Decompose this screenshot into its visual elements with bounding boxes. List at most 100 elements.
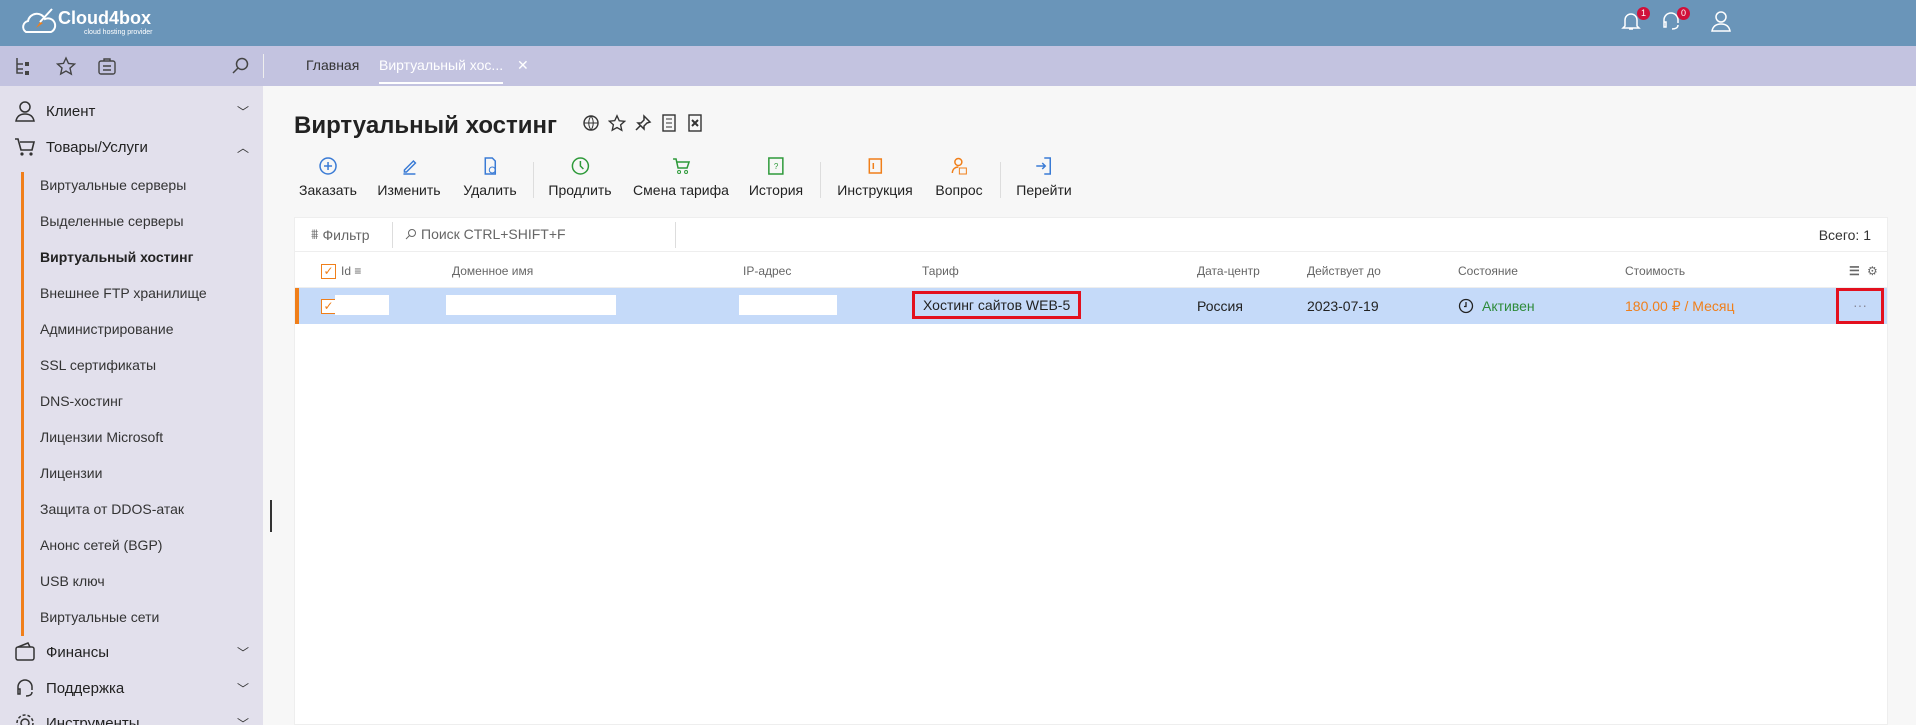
chevron-up-icon: ︿ — [236, 140, 249, 155]
cart-icon — [15, 138, 36, 156]
sidebar-item[interactable]: Администрирование — [40, 321, 174, 337]
tariff-cell[interactable]: Хостинг сайтов WEB-5 — [911, 291, 1082, 319]
sidebar-item[interactable]: Выделенные серверы — [40, 213, 184, 229]
scroll-icon — [868, 158, 882, 174]
sidebar-item[interactable]: DNS-хостинг — [40, 393, 123, 409]
document-list-icon[interactable] — [660, 114, 678, 132]
plus-circle-icon — [319, 157, 337, 175]
change-tariff-button[interactable]: Смена тарифа — [633, 156, 729, 198]
tree-icon[interactable] — [14, 56, 34, 76]
headset-icon — [17, 679, 33, 697]
cost-cell: 180.00 ₽ / Месяц — [1625, 298, 1735, 314]
star-icon[interactable] — [608, 114, 626, 132]
page-title: Виртуальный хостинг — [294, 112, 558, 139]
sidebar-item[interactable]: Лицензии — [40, 465, 102, 481]
user-profile-button[interactable] — [1710, 10, 1734, 34]
sidebar-section-tools[interactable]: Инструменты ﹀ — [14, 712, 249, 725]
edit-button[interactable]: Изменить — [377, 156, 441, 198]
goto-button[interactable]: Перейти — [1016, 156, 1072, 198]
tab-home[interactable]: Главная — [306, 57, 359, 73]
order-button[interactable]: Заказать — [299, 156, 357, 198]
column-header-domain[interactable]: Доменное имя — [452, 264, 533, 278]
tab-bar: Главная Виртуальный хос... ✕ — [0, 46, 1916, 86]
divider — [1000, 162, 1001, 198]
sidebar-item[interactable]: SSL сертификаты — [40, 357, 156, 373]
svg-text:?: ? — [774, 162, 779, 171]
notifications-button[interactable]: 1 — [1620, 7, 1650, 34]
table-row[interactable]: ✓ Хостинг сайтов WEB-5 Россия 2023-07-19… — [295, 288, 1887, 324]
sidebar-item[interactable]: Лицензии Microsoft — [40, 429, 163, 445]
sidebar-item[interactable]: Виртуальные серверы — [40, 177, 186, 193]
renew-button[interactable]: Продлить — [548, 156, 612, 198]
cart-icon — [672, 158, 691, 174]
column-header-status[interactable]: Состояние — [1458, 264, 1518, 278]
columns-toggle-icon[interactable]: ☰ — [1849, 264, 1860, 278]
sidebar-section-support[interactable]: Поддержка ﹀ — [14, 677, 249, 699]
chevron-down-icon: ﹀ — [236, 645, 249, 660]
search-icon[interactable] — [230, 56, 250, 76]
more-actions-button[interactable]: ··· — [1836, 288, 1884, 324]
redacted-id — [335, 295, 389, 315]
divider — [533, 162, 534, 198]
column-header-datacenter[interactable]: Дата-центр — [1197, 264, 1260, 278]
sidebar-resize-handle[interactable] — [270, 500, 272, 532]
file-delete-icon — [484, 157, 496, 175]
divider — [392, 222, 393, 248]
select-all-checkbox[interactable]: ✓ — [321, 264, 336, 279]
column-header-ip[interactable]: IP-адрес — [743, 264, 791, 278]
user-icon — [15, 101, 35, 122]
sidebar-section-client[interactable]: Клиент ﹀ — [14, 100, 249, 122]
row-checkbox[interactable]: ✓ — [321, 299, 336, 314]
briefcase-icon[interactable] — [97, 56, 117, 76]
total-count: Всего: 1 — [1818, 227, 1871, 243]
sidebar-item[interactable]: USB ключ — [40, 573, 105, 589]
user-question-icon — [951, 157, 967, 175]
filter-button[interactable]: ⩩ Фильтр — [311, 226, 370, 243]
chevron-down-icon: ﹀ — [236, 681, 249, 696]
services-table: ⩩ Фильтр Поиск CTRL+SHIFT+F Всего: 1 ✓ Id… — [294, 217, 1888, 725]
sidebar-item[interactable]: Защита от DDOS-атак — [40, 501, 184, 517]
column-header-cost[interactable]: Стоимость — [1625, 264, 1685, 278]
logo[interactable]: Cloud4box cloud hosting provider — [18, 6, 153, 38]
user-icon — [1711, 11, 1731, 32]
column-header-id[interactable]: Id ≡ — [341, 264, 361, 278]
question-button[interactable]: Вопрос — [935, 156, 983, 198]
sidebar-item-active[interactable]: Виртуальный хостинг — [40, 249, 193, 265]
sign-in-icon — [1035, 157, 1051, 175]
search-icon — [405, 229, 416, 240]
close-tab-icon[interactable]: ✕ — [517, 57, 529, 74]
pin-icon[interactable] — [634, 114, 652, 132]
filter-icon: ⩩ — [311, 226, 319, 242]
divider — [675, 222, 676, 248]
excel-export-icon[interactable] — [686, 114, 704, 132]
sidebar-item[interactable]: Виртуальные сети — [40, 609, 159, 625]
datacenter-cell: Россия — [1197, 298, 1243, 314]
redacted-domain — [446, 295, 616, 315]
tab-virtual-hosting[interactable]: Виртуальный хос... — [379, 57, 504, 84]
title-actions — [582, 114, 704, 132]
sidebar: Клиент ﹀ Товары/Услуги ︿ Виртуальные серве… — [0, 86, 263, 725]
sidebar-section-finance[interactable]: Финансы ﹀ — [14, 641, 249, 663]
redacted-ip — [739, 295, 837, 315]
star-icon[interactable] — [55, 56, 77, 76]
column-header-tariff[interactable]: Тариф — [922, 264, 959, 278]
instruction-button[interactable]: Инструкция — [837, 156, 913, 198]
clock-icon — [571, 157, 589, 175]
support-button[interactable]: 0 — [1660, 7, 1690, 34]
search-input[interactable]: Поиск CTRL+SHIFT+F — [405, 226, 566, 242]
sidebar-section-products[interactable]: Товары/Услуги ︿ — [14, 136, 249, 158]
divider — [263, 54, 264, 78]
globe-icon[interactable] — [582, 114, 600, 132]
sidebar-item[interactable]: Внешнее FTP хранилище — [40, 285, 207, 301]
clock-icon — [1458, 298, 1474, 314]
column-header-valid-until[interactable]: Действует до — [1307, 264, 1381, 278]
active-section-indicator — [21, 172, 24, 636]
history-book-icon: ? — [768, 157, 784, 175]
status-badge: Активен — [1458, 298, 1535, 314]
delete-button[interactable]: Удалить — [463, 156, 517, 198]
settings-gear-icon[interactable]: ⚙ — [1867, 264, 1878, 278]
history-button[interactable]: ? История — [749, 156, 803, 198]
sidebar-item[interactable]: Анонс сетей (BGP) — [40, 537, 162, 553]
gear-icon — [16, 714, 34, 725]
valid-until-cell: 2023-07-19 — [1307, 298, 1379, 314]
